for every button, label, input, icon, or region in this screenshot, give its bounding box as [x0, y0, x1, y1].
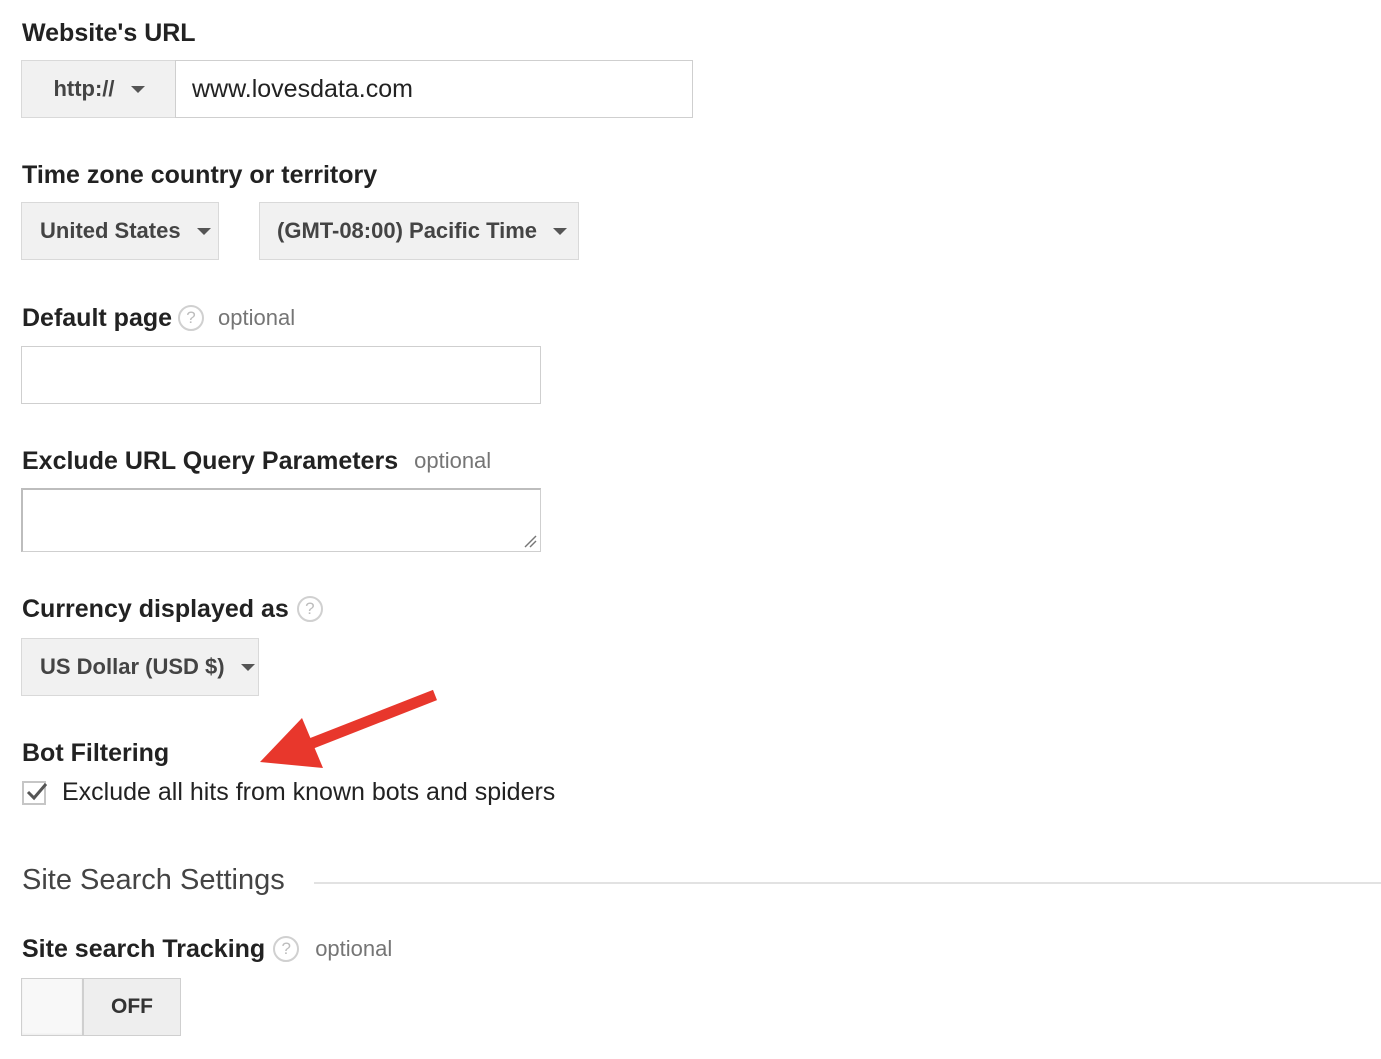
resize-grip-icon[interactable]: [523, 534, 537, 548]
country-select[interactable]: United States: [21, 202, 219, 260]
exclude-params-textarea[interactable]: [21, 488, 541, 552]
protocol-select[interactable]: http://: [21, 60, 177, 118]
default-page-label-text: Default page: [22, 304, 173, 332]
toggle-state-label: OFF: [111, 995, 153, 1018]
site-search-section-title-text: Site Search Settings: [22, 864, 285, 896]
bot-filtering-label-text: Bot Filtering: [22, 739, 170, 767]
website-url-label-text: Website's URL: [22, 19, 196, 47]
checkmark-icon: [26, 782, 48, 800]
time-zone-select-value: (GMT-08:00) Pacific Time: [277, 218, 538, 243]
country-select-value: United States: [40, 218, 181, 243]
bot-filtering-row[interactable]: Exclude all hits from known bots and spi…: [22, 778, 555, 807]
default-page-label: Default page ? optional: [22, 303, 295, 333]
site-search-section-title: Site Search Settings: [22, 864, 285, 897]
time-zone-label: Time zone country or territory: [22, 160, 377, 190]
website-url-input[interactable]: www.lovesdata.com: [175, 60, 693, 118]
optional-tag: optional: [315, 936, 393, 961]
protocol-select-value: http://: [53, 76, 115, 101]
optional-tag: optional: [218, 305, 296, 330]
question-circle-icon[interactable]: ?: [178, 305, 205, 331]
site-search-tracking-label: Site search Tracking ? optional: [22, 934, 392, 964]
question-circle-icon[interactable]: ?: [296, 596, 323, 622]
exclude-params-label: Exclude URL Query Parameters optional: [22, 446, 491, 476]
caret-down-icon: [240, 663, 255, 671]
site-search-toggle[interactable]: OFF: [21, 978, 181, 1036]
website-url-input-value: www.lovesdata.com: [192, 74, 413, 103]
question-circle-icon[interactable]: ?: [273, 936, 300, 962]
caret-down-icon: [196, 227, 211, 235]
time-zone-label-text: Time zone country or territory: [22, 161, 378, 189]
time-zone-select[interactable]: (GMT-08:00) Pacific Time: [259, 202, 579, 260]
currency-select[interactable]: US Dollar (USD $): [21, 638, 259, 696]
caret-down-icon: [553, 227, 568, 235]
exclude-params-label-text: Exclude URL Query Parameters: [22, 447, 399, 475]
website-url-label: Website's URL: [22, 18, 196, 48]
property-settings-page: Website's URL http:// www.lovesdata.com …: [0, 0, 1381, 1059]
currency-label: Currency displayed as ?: [22, 594, 323, 624]
toggle-knob[interactable]: [22, 979, 84, 1035]
red-arrow-icon: [260, 689, 438, 768]
section-divider: [314, 882, 1381, 884]
bot-filtering-checkbox[interactable]: [22, 780, 48, 805]
currency-select-value: US Dollar (USD $): [40, 654, 225, 679]
currency-label-text: Currency displayed as: [22, 595, 289, 623]
bot-filtering-label: Bot Filtering: [22, 738, 169, 768]
site-search-tracking-label-text: Site search Tracking: [22, 935, 266, 963]
default-page-input[interactable]: [21, 346, 541, 404]
optional-tag: optional: [414, 448, 492, 473]
caret-down-icon: [130, 85, 145, 93]
bot-filtering-checkbox-label: Exclude all hits from known bots and spi…: [62, 778, 556, 806]
